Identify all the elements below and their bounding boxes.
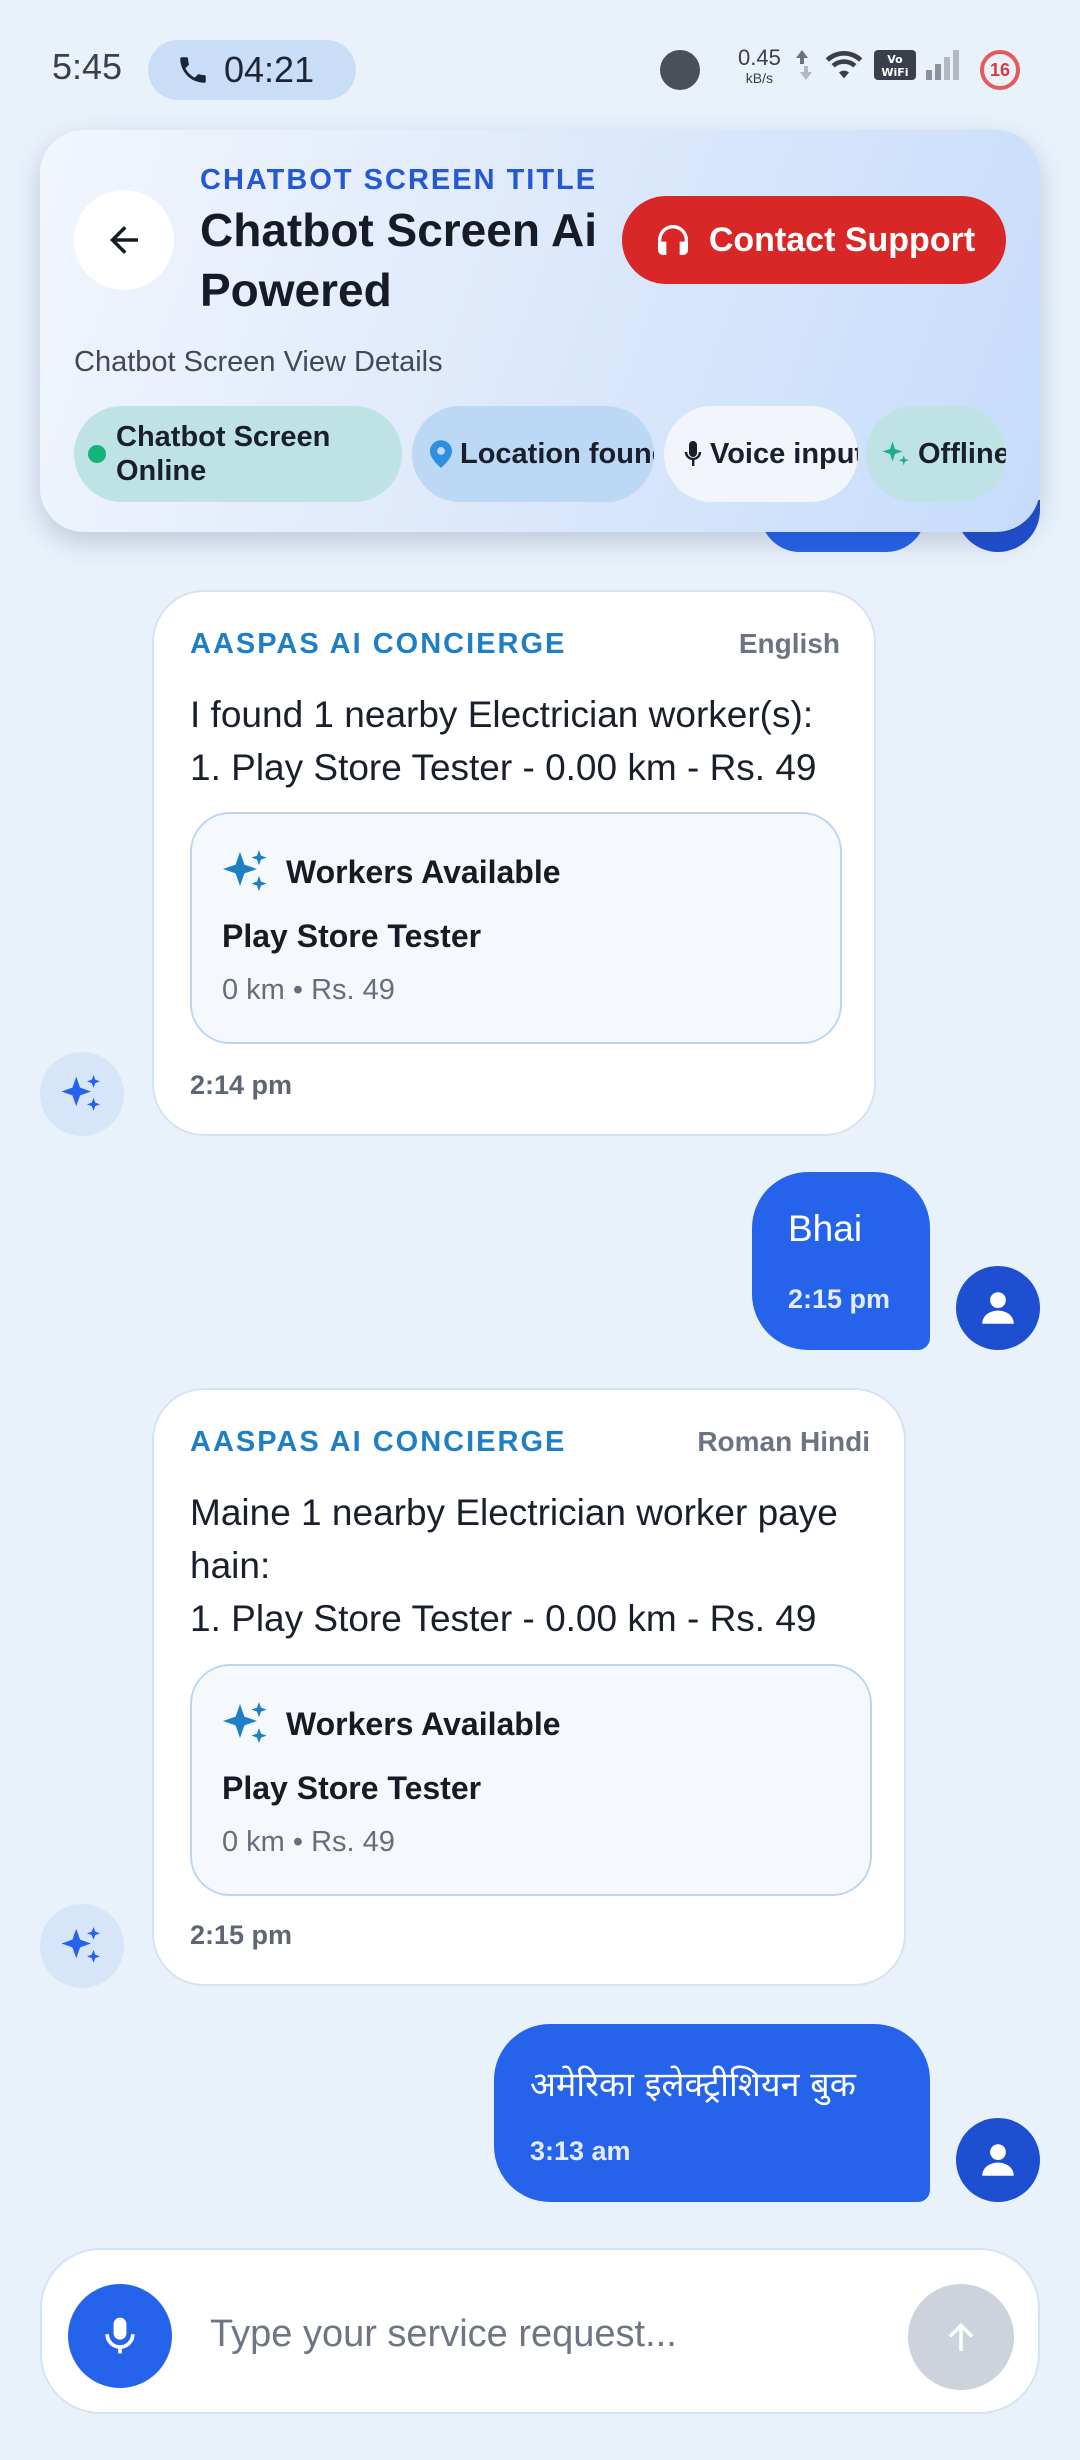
sparkle-icon (223, 850, 267, 892)
worker-meta: 0 km • Rs. 49 (222, 974, 395, 1006)
composer (40, 2248, 1040, 2414)
data-arrows-icon (796, 50, 812, 80)
message-time: 3:13 am (530, 2136, 631, 2166)
chip-online[interactable]: Chatbot Screen Online (74, 406, 402, 502)
user-message: अमेरिका इलेक्ट्रीशियन बुक 3:13 am (494, 2024, 930, 2202)
ai-sender-label: AASPAS AI CONCIERGE (190, 1426, 567, 1458)
person-icon (982, 2144, 1014, 2176)
wifi-icon (825, 51, 863, 79)
ai-message-text: Maine 1 nearby Electrician worker paye h… (190, 1492, 838, 1639)
vowifi-icon: VoWiFi (874, 50, 916, 80)
back-button[interactable] (74, 190, 174, 290)
location-pin-icon (430, 440, 452, 468)
chip-location-label: Location found (460, 437, 654, 470)
chip-location[interactable]: Location found (412, 406, 654, 502)
user-message-text: Bhai (788, 1208, 863, 1249)
chip-online-label: Chatbot Screen Online (116, 421, 331, 487)
arrow-left-icon (110, 226, 138, 254)
header-eyebrow: CHATBOT SCREEN TITLE (200, 164, 598, 196)
svg-text:Vo: Vo (887, 53, 903, 66)
microphone-icon (105, 2317, 135, 2354)
headset-icon (657, 225, 688, 255)
status-time: 5:45 (52, 46, 123, 87)
network-speed-unit: kB/s (745, 70, 774, 86)
ongoing-call-pill[interactable]: 04:21 (148, 40, 356, 100)
battery-level: 16 (989, 59, 1011, 80)
chip-voice[interactable]: Voice input (664, 406, 858, 502)
person-icon (982, 1292, 1014, 1324)
send-button[interactable] (908, 2284, 1014, 2390)
user-message-text: अमेरिका इलेक्ट्रीशियन बुक (530, 2065, 856, 2105)
user-message: Bhai 2:15 pm (752, 1172, 930, 1350)
signal-icon (926, 50, 959, 80)
worker-name: Play Store Tester (222, 918, 482, 954)
status-chips: Chatbot Screen Online Location found Voi… (74, 406, 1040, 502)
workers-card-header: Workers Available (222, 848, 561, 896)
chip-voice-label: Voice input (710, 437, 858, 470)
ai-avatar (40, 1052, 124, 1136)
chat-header: CHATBOT SCREEN TITLE Chatbot Screen Ai P… (40, 130, 1040, 532)
network-speed-value: 0.45 (738, 45, 781, 70)
sparkle-icon (61, 1074, 101, 1111)
ai-sender-label: AASPAS AI CONCIERGE (190, 628, 567, 660)
voice-input-button[interactable] (68, 2284, 172, 2388)
ai-language-tag: Roman Hindi (697, 1426, 870, 1457)
phone-icon (180, 57, 206, 83)
chip-offline[interactable]: Offline (866, 406, 1006, 502)
contact-support-label: Contact Support (708, 220, 976, 259)
call-timer: 04:21 (224, 49, 315, 90)
contact-support-button[interactable]: Contact Support (622, 196, 1006, 284)
battery-indicator: 16 (980, 50, 1020, 90)
page-title: Chatbot Screen Ai Powered (200, 204, 598, 316)
ai-avatar (40, 1904, 124, 1988)
worker-meta: 0 km • Rs. 49 (222, 1826, 395, 1858)
microphone-icon (684, 441, 702, 466)
message-input[interactable] (210, 2290, 890, 2378)
ai-message-text: I found 1 nearby Electrician worker(s): … (190, 694, 817, 788)
status-bar: 5:45 04:21 0.45 kB/s Vo WiFi 16 (0, 0, 1080, 130)
message-time: 2:14 pm (190, 1070, 293, 1100)
user-avatar (956, 2118, 1040, 2202)
sparkle-icon (61, 1926, 101, 1963)
worker-name: Play Store Tester (222, 1770, 482, 1806)
online-dot-icon (88, 445, 106, 463)
header-subtitle: Chatbot Screen View Details (74, 346, 443, 378)
camera-dot-icon (660, 50, 700, 90)
message-time: 2:15 pm (190, 1920, 293, 1950)
workers-card-header: Workers Available (222, 1700, 561, 1748)
workers-card-title: Workers Available (286, 853, 561, 890)
sparkle-icon (882, 441, 909, 466)
message-time: 2:15 pm (788, 1284, 891, 1314)
chip-offline-label: Offline (918, 437, 1006, 470)
workers-card-title: Workers Available (286, 1705, 561, 1742)
sparkle-icon (223, 1702, 267, 1744)
svg-text:WiFi: WiFi (881, 66, 908, 79)
workers-available-card[interactable]: Workers Available Play Store Tester 0 km… (190, 1664, 872, 1896)
ai-message: AASPAS AI CONCIERGE Roman Hindi Maine 1 … (152, 1388, 906, 1986)
ai-language-tag: English (738, 628, 840, 659)
workers-available-card[interactable]: Workers Available Play Store Tester 0 km… (190, 812, 842, 1044)
network-speed: 0.45 kB/s (738, 45, 781, 88)
status-icons: Vo WiFi (794, 48, 962, 82)
arrow-up-icon (948, 2323, 974, 2351)
ai-message: AASPAS AI CONCIERGE English I found 1 ne… (152, 590, 876, 1136)
user-avatar (956, 1266, 1040, 1350)
